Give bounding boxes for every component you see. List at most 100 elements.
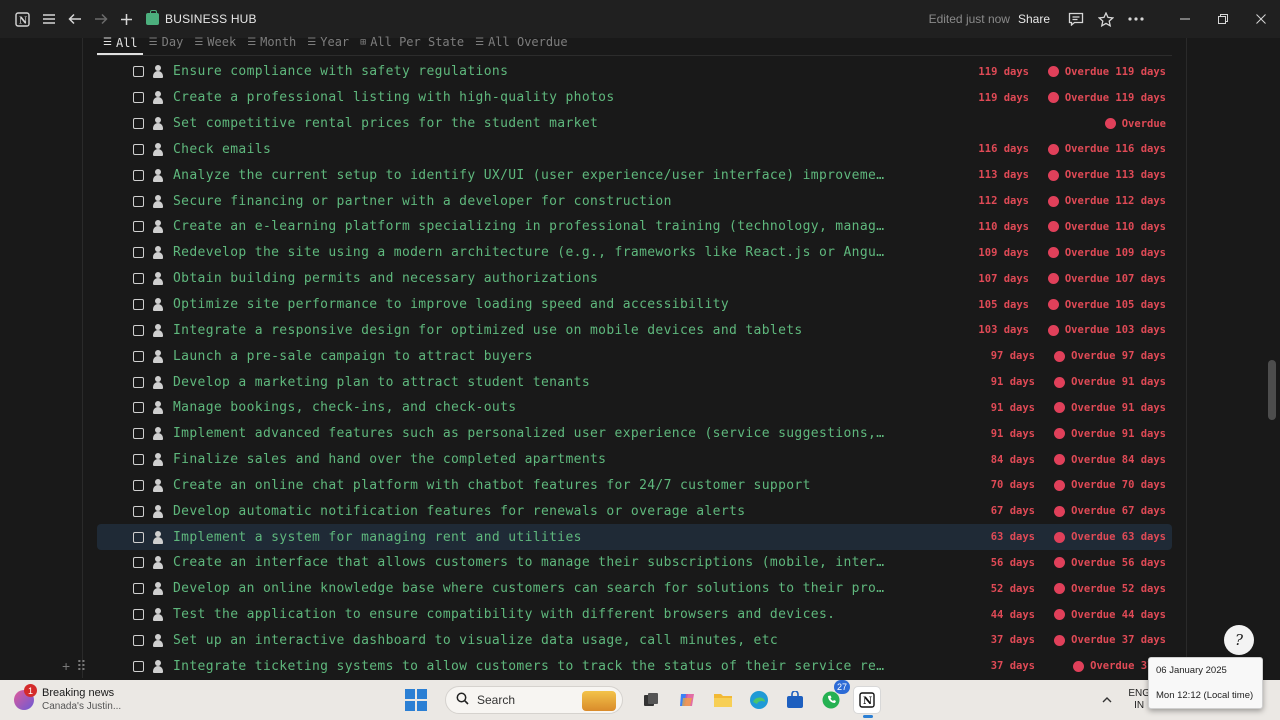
notion-app-icon[interactable]: N [853, 686, 881, 718]
task-checkbox[interactable] [133, 402, 144, 414]
forward-arrow-icon[interactable] [88, 7, 113, 31]
task-checkbox[interactable] [133, 479, 144, 491]
task-checkbox[interactable] [133, 660, 144, 672]
task-checkbox[interactable] [133, 118, 144, 130]
task-checkbox[interactable] [133, 324, 144, 336]
tab-month[interactable]: ☰ Month [241, 30, 301, 52]
task-checkbox[interactable] [133, 273, 144, 285]
table-row[interactable]: Create a professional listing with high-… [97, 85, 1172, 111]
tab-all[interactable]: ☰ All [97, 30, 143, 55]
task-title[interactable]: Finalize sales and hand over the complet… [173, 452, 928, 467]
task-checkbox[interactable] [133, 169, 144, 181]
copilot-icon[interactable] [673, 686, 701, 714]
star-icon[interactable] [1094, 7, 1118, 31]
task-checkbox[interactable] [133, 609, 144, 621]
tab-year[interactable]: ☰ Year [301, 30, 354, 52]
task-title[interactable]: Set up an interactive dashboard to visua… [173, 633, 928, 648]
task-title[interactable]: Develop a marketing plan to attract stud… [173, 375, 928, 390]
task-title[interactable]: Set competitive rental prices for the st… [173, 116, 928, 131]
table-row[interactable]: Launch a pre-sale campaign to attract bu… [97, 343, 1172, 369]
close-icon[interactable] [1242, 0, 1280, 38]
table-row[interactable]: Check emails 116 days Overdue 116 days [97, 137, 1172, 163]
chevron-up-icon[interactable] [1102, 694, 1112, 706]
more-icon[interactable] [1124, 7, 1148, 31]
task-checkbox[interactable] [133, 66, 144, 78]
task-title[interactable]: Integrate a responsive design for optimi… [173, 323, 928, 338]
task-title[interactable]: Ensure compliance with safety regulation… [173, 64, 928, 79]
edge-browser-icon[interactable] [745, 686, 773, 714]
table-row[interactable]: Set competitive rental prices for the st… [97, 111, 1172, 137]
task-checkbox[interactable] [133, 221, 144, 233]
tab-week[interactable]: ☰ Week [188, 30, 241, 52]
workspace-breadcrumb[interactable]: BUSINESS HUB [146, 10, 257, 26]
task-title[interactable]: Develop automatic notification features … [173, 504, 928, 519]
notion-logo-icon[interactable]: N [10, 7, 35, 31]
table-row[interactable]: Set up an interactive dashboard to visua… [97, 628, 1172, 654]
table-row[interactable]: Create an interface that allows customer… [97, 550, 1172, 576]
taskbar-search[interactable]: Search [445, 686, 623, 714]
task-title[interactable]: Analyze the current setup to identify UX… [173, 168, 928, 183]
table-row[interactable]: Develop automatic notification features … [97, 498, 1172, 524]
task-title[interactable]: Check emails [173, 142, 928, 157]
table-row[interactable]: Secure financing or partner with a devel… [97, 188, 1172, 214]
task-title[interactable]: Create a professional listing with high-… [173, 90, 928, 105]
task-checkbox[interactable] [133, 143, 144, 155]
task-title[interactable]: Obtain building permits and necessary au… [173, 271, 928, 286]
scrollbar-thumb[interactable] [1268, 360, 1276, 420]
task-checkbox[interactable] [133, 350, 144, 362]
language-indicator[interactable]: ENG IN [1128, 688, 1150, 712]
whatsapp-icon[interactable]: 27 [817, 680, 850, 714]
maximize-icon[interactable] [1204, 0, 1242, 38]
task-checkbox[interactable] [133, 583, 144, 595]
add-row-icon[interactable]: + [62, 658, 70, 675]
table-row[interactable]: Ensure compliance with safety regulation… [97, 59, 1172, 85]
windows-start-icon[interactable] [405, 689, 427, 711]
table-row[interactable]: Develop a marketing plan to attract stud… [97, 369, 1172, 395]
task-checkbox[interactable] [133, 454, 144, 466]
tab-all-overdue[interactable]: ☰ All Overdue [469, 30, 572, 52]
table-row[interactable]: Create an e-learning platform specializi… [97, 214, 1172, 240]
task-checkbox[interactable] [133, 299, 144, 311]
task-checkbox[interactable] [133, 505, 144, 517]
store-icon[interactable] [781, 686, 809, 714]
task-title[interactable]: Launch a pre-sale campaign to attract bu… [173, 349, 928, 364]
task-checkbox[interactable] [133, 376, 144, 388]
tab-day[interactable]: ☰ Day [143, 30, 189, 52]
table-row[interactable]: Manage bookings, check-ins, and check-ou… [97, 395, 1172, 421]
task-title[interactable]: Implement advanced features such as pers… [173, 426, 928, 441]
table-row[interactable]: Create an online chat platform with chat… [97, 473, 1172, 499]
task-title[interactable]: Create an online chat platform with chat… [173, 478, 928, 493]
table-row[interactable]: Analyze the current setup to identify UX… [97, 162, 1172, 188]
table-row[interactable]: Finalize sales and hand over the complet… [97, 447, 1172, 473]
task-title[interactable]: Manage bookings, check-ins, and check-ou… [173, 400, 928, 415]
table-row[interactable]: Integrate a responsive design for optimi… [97, 317, 1172, 343]
table-row[interactable]: Implement a system for managing rent and… [97, 524, 1172, 551]
task-title[interactable]: Test the application to ensure compatibi… [173, 607, 928, 622]
task-title[interactable]: Secure financing or partner with a devel… [173, 194, 928, 209]
task-checkbox[interactable] [133, 557, 144, 569]
task-checkbox[interactable] [133, 531, 144, 543]
task-checkbox[interactable] [133, 92, 144, 104]
back-arrow-icon[interactable] [62, 7, 87, 31]
task-title[interactable]: Create an e-learning platform specializi… [173, 219, 928, 234]
file-explorer-icon[interactable] [709, 686, 737, 714]
task-view-icon[interactable] [637, 686, 665, 714]
task-title[interactable]: Redevelop the site using a modern archit… [173, 245, 928, 260]
task-title[interactable]: Integrate ticketing systems to allow cus… [173, 659, 928, 674]
task-checkbox[interactable] [133, 247, 144, 259]
task-title[interactable]: Develop an online knowledge base where c… [173, 581, 928, 596]
row-handle[interactable]: + ⠿ [62, 658, 86, 675]
help-button[interactable]: ? [1224, 625, 1254, 655]
task-checkbox[interactable] [133, 195, 144, 207]
table-row[interactable]: Develop an online knowledge base where c… [97, 576, 1172, 602]
task-title[interactable]: Optimize site performance to improve loa… [173, 297, 928, 312]
task-checkbox[interactable] [133, 428, 144, 440]
drag-handle-icon[interactable]: ⠿ [76, 658, 86, 675]
task-title[interactable]: Implement a system for managing rent and… [173, 530, 928, 545]
table-row[interactable]: Redevelop the site using a modern archit… [97, 240, 1172, 266]
news-widget[interactable]: 1 Breaking news Canada's Justin... [14, 684, 294, 713]
table-row[interactable]: Implement advanced features such as pers… [97, 421, 1172, 447]
task-checkbox[interactable] [133, 634, 144, 646]
table-row[interactable]: Test the application to ensure compatibi… [97, 602, 1172, 628]
share-button[interactable]: Share [1018, 12, 1050, 26]
